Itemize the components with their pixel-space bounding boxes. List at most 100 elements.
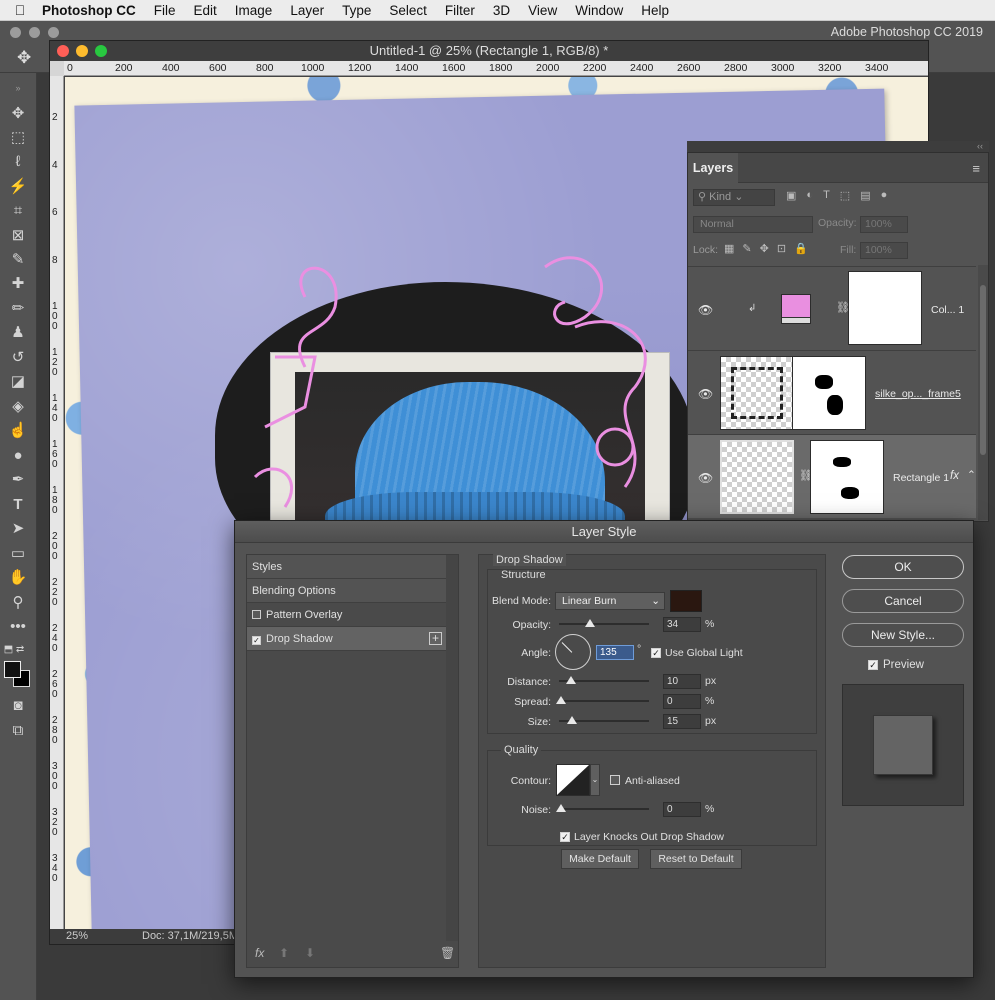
zoom-tool-icon[interactable]: ⚲ <box>6 592 30 614</box>
zoom-window-button[interactable] <box>48 26 59 38</box>
move-tool-icon[interactable]: ✥ <box>6 103 30 125</box>
opacity-input[interactable]: 34 <box>663 617 701 632</box>
styles-item[interactable]: Styles <box>247 555 446 579</box>
dodge-tool-icon[interactable]: ● <box>6 445 30 467</box>
type-filter-icon[interactable]: T <box>823 189 830 202</box>
layer-knocks-out-checkbox[interactable]: ✓ <box>560 832 570 842</box>
opacity-field[interactable]: 100% <box>860 216 908 233</box>
hand-tool-icon[interactable]: ✋ <box>6 567 30 589</box>
shadow-color-swatch[interactable] <box>670 590 702 612</box>
default-colors-icon[interactable]: ⬒ ⇄ <box>2 639 26 661</box>
lock-image-icon[interactable]: ✎ <box>742 242 751 255</box>
apple-menu-icon[interactable]:  <box>0 2 40 18</box>
quick-mask-icon[interactable]: ◙ <box>6 695 30 717</box>
menu-filter[interactable]: Filter <box>436 3 484 18</box>
layer-row[interactable]: 👁 ⛓ silke_op..._frame5 <box>688 350 976 434</box>
stamp-tool-icon[interactable]: ♟ <box>6 322 30 344</box>
noise-input[interactable]: 0 <box>663 802 701 817</box>
menu-edit[interactable]: Edit <box>185 3 226 18</box>
visibility-eye-icon[interactable]: 👁 <box>698 303 713 317</box>
blending-options-item[interactable]: Blending Options <box>247 579 446 603</box>
eraser-tool-icon[interactable]: ◪ <box>6 371 30 393</box>
magic-wand-tool-icon[interactable]: ⚡ <box>6 176 30 198</box>
app-menu[interactable]: Photoshop CC <box>40 3 145 18</box>
shadow-blend-mode-select[interactable]: Linear Burn ⌄ <box>555 592 665 610</box>
close-window-button[interactable] <box>10 26 21 38</box>
drop-shadow-item[interactable]: ✓ Drop Shadow + <box>247 627 446 651</box>
brush-tool-icon[interactable]: ✏ <box>6 298 30 320</box>
spread-slider-knob[interactable] <box>556 696 566 704</box>
noise-slider-knob[interactable] <box>556 804 566 812</box>
anti-aliased-checkbox[interactable] <box>610 775 620 785</box>
marquee-tool-icon[interactable]: ⬚ <box>6 127 30 149</box>
layer-mask-thumbnail[interactable] <box>810 440 884 514</box>
cancel-button[interactable]: Cancel <box>842 589 964 613</box>
noise-slider[interactable] <box>559 808 649 810</box>
menu-layer[interactable]: Layer <box>281 3 333 18</box>
layer-name[interactable]: silke_op..._frame5 <box>875 388 961 400</box>
reset-to-default-button[interactable]: Reset to Default <box>650 849 742 869</box>
layer-row-selected[interactable]: 👁 ⛓ Rectangle 1 fx ⌃ <box>688 434 976 518</box>
menu-3d[interactable]: 3D <box>484 3 519 18</box>
menu-type[interactable]: Type <box>333 3 380 18</box>
menu-window[interactable]: Window <box>566 3 632 18</box>
move-up-icon[interactable]: ⬆ <box>279 946 289 960</box>
more-tools-icon[interactable]: ••• <box>6 616 30 638</box>
layer-name[interactable]: Rectangle 1 <box>893 472 949 484</box>
vertical-ruler[interactable]: 2 4 6 8 1 0 0 1 2 0 1 4 0 1 6 0 1 8 0 2 … <box>50 76 64 931</box>
rectangle-tool-icon[interactable]: ▭ <box>6 543 30 565</box>
menu-select[interactable]: Select <box>380 3 436 18</box>
layers-scrollbar-thumb[interactable] <box>980 285 986 455</box>
new-style-button[interactable]: New Style... <box>842 623 964 647</box>
make-default-button[interactable]: Make Default <box>561 849 639 869</box>
preview-checkbox[interactable]: ✓ <box>868 660 878 670</box>
lock-all-icon[interactable]: 🔒 <box>794 242 808 255</box>
menu-file[interactable]: File <box>145 3 185 18</box>
smudge-tool-icon[interactable]: ☝ <box>6 420 30 442</box>
filter-toggle-icon[interactable]: ● <box>881 189 888 202</box>
color-fill-thumbnail[interactable] <box>781 294 811 324</box>
ok-button[interactable]: OK <box>842 555 964 579</box>
lasso-tool-icon[interactable]: ℓ <box>6 151 30 173</box>
minimize-window-button[interactable] <box>29 26 40 38</box>
pattern-overlay-item[interactable]: Pattern Overlay <box>247 603 446 627</box>
angle-dial[interactable] <box>555 634 591 670</box>
styles-list-scrollbar[interactable] <box>446 555 458 941</box>
shape-filter-icon[interactable]: ⬚ <box>840 189 850 202</box>
ruler-origin[interactable] <box>50 61 64 76</box>
pattern-overlay-checkbox[interactable] <box>252 610 261 619</box>
close-document-button[interactable] <box>57 45 69 57</box>
visibility-eye-icon[interactable]: 👁 <box>698 387 713 401</box>
size-slider-knob[interactable] <box>567 716 577 724</box>
menu-help[interactable]: Help <box>632 3 678 18</box>
horizontal-ruler[interactable]: 0 200 400 600 800 1000 1200 1400 1600 18… <box>64 61 928 76</box>
spread-input[interactable]: 0 <box>663 694 701 709</box>
tab-layers[interactable]: Layers <box>688 153 738 183</box>
paint-bucket-icon[interactable]: ◈ <box>6 396 30 418</box>
menu-image[interactable]: Image <box>226 3 282 18</box>
crop-tool-icon[interactable]: ⌗ <box>6 200 30 222</box>
type-tool-icon[interactable]: T <box>6 494 30 516</box>
distance-input[interactable]: 10 <box>663 674 701 689</box>
distance-slider-knob[interactable] <box>566 676 576 684</box>
pixel-filter-icon[interactable]: ▣ <box>786 189 796 202</box>
minimize-document-button[interactable] <box>76 45 88 57</box>
move-tool-icon[interactable]: ✥ <box>17 48 31 68</box>
path-selection-icon[interactable]: ➤ <box>6 518 30 540</box>
zoom-document-button[interactable] <box>95 45 107 57</box>
trash-icon[interactable]: 🗑 <box>440 946 455 960</box>
layer-mask-thumbnail[interactable] <box>848 271 922 345</box>
zoom-level[interactable]: 25% <box>66 930 88 942</box>
layers-scrollbar[interactable] <box>978 265 988 520</box>
fill-field[interactable]: 100% <box>860 242 908 259</box>
panel-menu-icon[interactable]: ≡ <box>972 161 980 176</box>
drop-shadow-checkbox[interactable]: ✓ <box>252 636 261 645</box>
lock-artboard-icon[interactable]: ⊡ <box>777 242 786 255</box>
move-down-icon[interactable]: ⬇ <box>305 946 315 960</box>
contour-preview[interactable] <box>556 764 590 796</box>
opacity-slider-knob[interactable] <box>584 619 595 627</box>
adjustment-filter-icon[interactable]: ◐ <box>806 189 813 202</box>
use-global-light-checkbox[interactable]: ✓ <box>651 648 661 658</box>
fx-menu-icon[interactable]: fx <box>255 946 264 960</box>
spread-slider[interactable] <box>559 700 649 702</box>
